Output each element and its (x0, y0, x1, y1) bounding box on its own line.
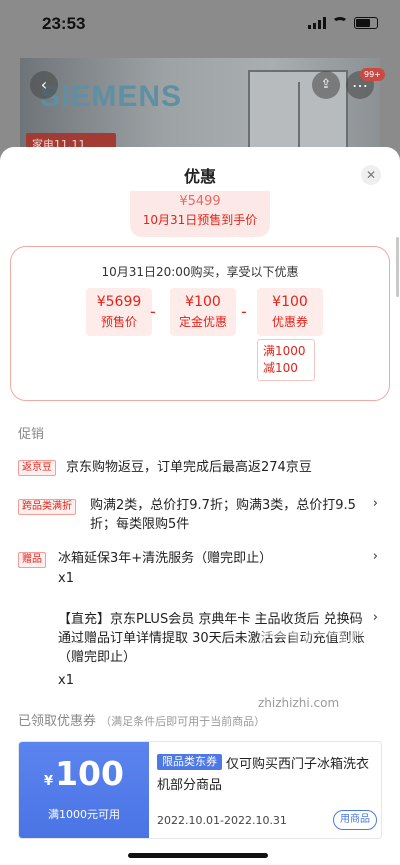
promo-row-cross-category[interactable]: 跨品类满折 购满2类，总价打9.7折；购满3类，总价打9.5折；每类限购5件 › (18, 496, 378, 536)
promo-text: 冰箱延保3年+清洗服务（赠完即止） (58, 551, 273, 566)
promo-qty: x1 (58, 673, 74, 688)
final-price-label: 10月31日预售到手价 (142, 213, 258, 227)
status-bar: 23:53 (0, 0, 400, 50)
status-icons (308, 17, 378, 29)
calc-header: 10月31日20:00购买，享受以下优惠 (101, 265, 299, 279)
coupons-heading: 已领取优惠券 （满足条件后即可用于当前商品） (18, 710, 265, 729)
calc-value: ¥5699 (96, 294, 142, 310)
coupon-type-badge: 限品类东券 (157, 754, 222, 770)
coupon-card[interactable]: ¥100 满1000元可用 限品类东券 仅可购买西门子冰箱洗衣机部分商品 2022… (18, 741, 382, 839)
coupon-details: 限品类东券 仅可购买西门子冰箱洗衣机部分商品 (157, 754, 379, 796)
coupons-heading-label: 已领取优惠券 (18, 714, 97, 729)
promo-row-jingdou: 返京豆 京东购物返豆，订单完成后最高返274京豆 (18, 458, 378, 478)
coupon-validity: 2022.10.01-2022.10.31 (157, 814, 287, 827)
minus-operator: - (241, 302, 247, 321)
minus-operator: - (150, 302, 156, 321)
watermark-text: zhizhizhi.com (258, 696, 340, 710)
calc-value: ¥100 (272, 294, 308, 310)
calc-deposit-discount: ¥100 定金优惠 (170, 288, 236, 336)
final-price-badge: ¥5499 10月31日预售到手价 (130, 191, 270, 237)
coupon-min-spend: 满1000元可用 (48, 808, 120, 821)
coupon-condition-line: 满1000 (263, 344, 306, 358)
coupon-currency: ¥ (44, 774, 54, 789)
close-button[interactable]: ✕ (361, 165, 381, 185)
promo-qty: x1 (58, 571, 74, 586)
calc-label: 定金优惠 (178, 315, 227, 329)
coupon-value-panel: ¥100 满1000元可用 (19, 742, 149, 838)
battery-icon (354, 17, 378, 29)
coupon-amount: ¥100 (19, 754, 149, 802)
coupon-description: 限品类东券 仅可购买西门子冰箱洗衣机部分商品 (157, 754, 379, 796)
brand-logo: SIEMENS (40, 80, 183, 113)
promo-text: 京东购物返豆，订单完成后最高返274京豆 (66, 460, 312, 475)
signal-icon (308, 17, 326, 29)
promo-tag: 跨品类满折 (18, 499, 76, 515)
coupons-note: （满足条件后即可用于当前商品） (100, 715, 266, 728)
promo-tag: 赠品 (18, 552, 46, 568)
chevron-right-icon: › (372, 549, 378, 564)
final-price-amount: ¥5499 (179, 194, 221, 209)
calc-value: ¥100 (185, 294, 221, 310)
message-badge: 99+ (360, 68, 385, 81)
promo-row-gift[interactable]: 赠品 冰箱延保3年+清洗服务（赠完即止） x1 › (18, 549, 378, 589)
calc-presale-price: ¥5699 预售价 (86, 288, 152, 336)
scrollbar[interactable] (396, 237, 399, 297)
use-coupon-button[interactable]: 用商品 (333, 810, 377, 830)
home-indicator[interactable] (128, 853, 268, 858)
wifi-icon (332, 17, 348, 29)
chevron-right-icon: › (372, 496, 378, 511)
back-button[interactable]: ‹ (30, 71, 58, 99)
calc-label: 预售价 (100, 315, 137, 329)
price-calculation: 10月31日20:00购买，享受以下优惠 ¥5699 预售价 - ¥100 定金… (10, 246, 390, 401)
close-icon: ✕ (365, 168, 377, 182)
calc-coupon: ¥100 优惠券 (257, 288, 323, 336)
promo-text: 购满2类，总价打9.7折；购满3类，总价打9.5折；每类限购5件 (90, 498, 356, 532)
share-button[interactable]: ⇪ (312, 71, 340, 99)
calc-label: 优惠券 (271, 315, 308, 329)
watermark-logo (259, 630, 391, 678)
chevron-right-icon: › (372, 610, 378, 625)
coupon-condition: 满1000 减100 (257, 339, 315, 381)
promo-tag: 返京豆 (18, 460, 56, 476)
coupon-amount-value: 100 (55, 754, 124, 793)
promotions-heading: 促销 (18, 427, 45, 442)
discount-sheet: 优惠 ✕ ¥5499 10月31日预售到手价 10月31日20:00购买，享受以… (0, 147, 400, 865)
coupon-condition-line: 减100 (263, 361, 298, 375)
status-time: 23:53 (42, 14, 86, 33)
sheet-title: 优惠 (183, 167, 216, 186)
